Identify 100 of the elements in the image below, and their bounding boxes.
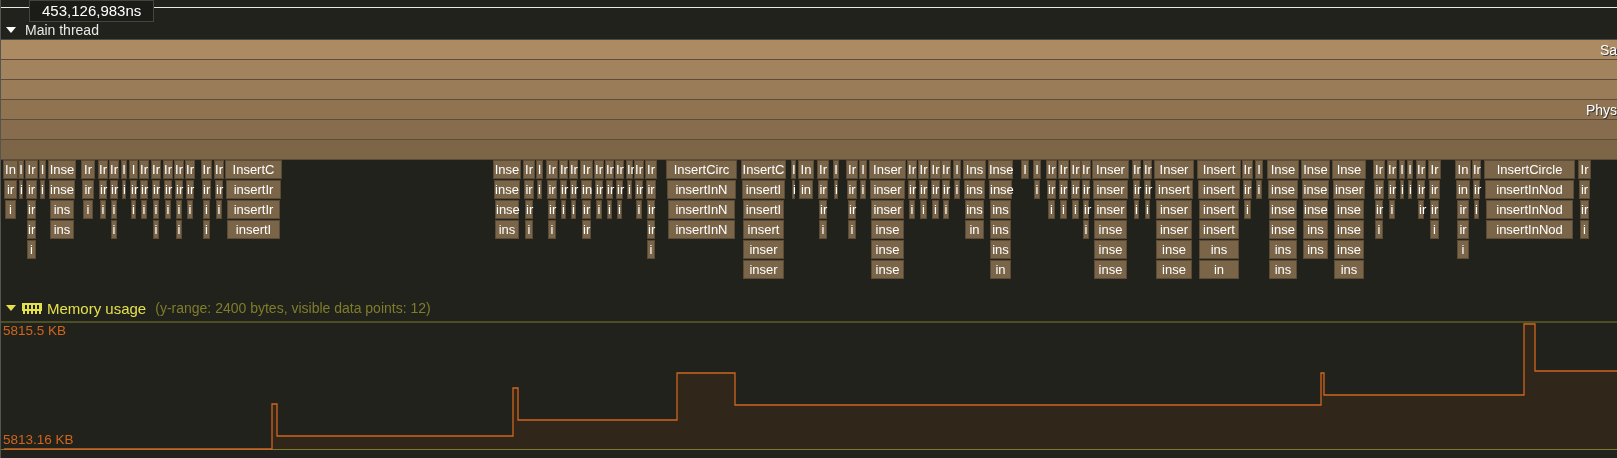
- zone-block[interactable]: inse: [1303, 200, 1328, 219]
- zone-block[interactable]: ir: [1071, 180, 1080, 199]
- zone-block[interactable]: i: [141, 200, 147, 219]
- zone-block[interactable]: inse: [871, 220, 904, 239]
- zone-block[interactable]: ir: [82, 180, 94, 199]
- zone-block[interactable]: ir: [1579, 180, 1590, 199]
- zone-block[interactable]: in: [581, 180, 592, 199]
- zone-block[interactable]: Ir: [846, 160, 858, 179]
- zone-block[interactable]: i: [1034, 180, 1040, 199]
- zone-block[interactable]: ir: [110, 180, 118, 199]
- zone-block[interactable]: ir: [931, 180, 940, 199]
- zone-block[interactable]: inse: [1156, 260, 1192, 279]
- zone-block[interactable]: ir: [908, 180, 916, 199]
- zone-block[interactable]: Ir: [1143, 160, 1152, 179]
- zone-block[interactable]: i: [1083, 220, 1089, 239]
- zone-block[interactable]: i: [203, 200, 210, 219]
- zone-block[interactable]: Insert: [1197, 160, 1241, 179]
- zone-block[interactable]: inser: [871, 200, 904, 219]
- zone-block[interactable]: insert: [1199, 220, 1239, 239]
- zone-block[interactable]: ir: [595, 180, 603, 199]
- zone-block[interactable]: ir: [942, 180, 950, 199]
- zone-block[interactable]: inse: [1094, 260, 1127, 279]
- zone-block[interactable]: ir: [647, 200, 655, 219]
- zone-block[interactable]: i: [1375, 220, 1383, 239]
- zone-block[interactable]: In: [1455, 160, 1471, 179]
- zone-block[interactable]: I: [129, 160, 138, 179]
- zone-block[interactable]: ir: [1375, 200, 1383, 219]
- zone-block[interactable]: ins: [1269, 260, 1297, 279]
- zone-block[interactable]: ir: [647, 220, 655, 239]
- zone-block[interactable]: InsertCircle: [1484, 160, 1575, 179]
- zone-block[interactable]: ins: [50, 200, 74, 219]
- zone-block[interactable]: i: [1256, 180, 1262, 199]
- zone-block[interactable]: Ir: [605, 160, 614, 179]
- zone-block[interactable]: Ir: [139, 160, 149, 179]
- zone-block[interactable]: Inse: [1301, 160, 1330, 179]
- zone-block[interactable]: i: [571, 200, 576, 219]
- zone-block[interactable]: inser: [870, 180, 905, 199]
- zone-block[interactable]: Inse: [1332, 160, 1366, 179]
- zone-block[interactable]: Ir: [1416, 160, 1426, 179]
- zone-block[interactable]: ir: [215, 180, 223, 199]
- zone-block[interactable]: ir: [175, 180, 183, 199]
- zone-block[interactable]: i: [596, 200, 602, 219]
- zone-block[interactable]: ir: [4, 180, 17, 199]
- zone-block[interactable]: Ir: [81, 160, 95, 179]
- zone-block[interactable]: i: [561, 200, 566, 219]
- zone-block[interactable]: i: [111, 200, 117, 219]
- zone-block[interactable]: In: [798, 160, 814, 179]
- zone-block[interactable]: ir: [1429, 180, 1440, 199]
- zone-block[interactable]: ir: [202, 180, 211, 199]
- zone-block[interactable]: ir: [1374, 180, 1384, 199]
- zone-block[interactable]: insertInN: [668, 220, 735, 239]
- zone-block[interactable]: insertInN: [668, 200, 735, 219]
- zone-block[interactable]: Inse: [493, 160, 521, 179]
- zone-block[interactable]: ins: [964, 180, 985, 199]
- zone-block[interactable]: i: [627, 180, 632, 199]
- zone-block[interactable]: i: [1430, 220, 1439, 239]
- zone-block[interactable]: ir: [152, 180, 160, 199]
- zone-block[interactable]: ir: [646, 180, 656, 199]
- zone-block[interactable]: inser: [1333, 180, 1365, 199]
- zone-block[interactable]: I: [791, 160, 796, 179]
- zone-block[interactable]: inser: [1156, 220, 1192, 239]
- zone-block[interactable]: ir: [26, 180, 37, 199]
- zone-block[interactable]: ins: [1303, 220, 1328, 239]
- zone-block[interactable]: InsertC: [225, 160, 282, 179]
- zone-block[interactable]: ir: [582, 220, 591, 239]
- zone-block[interactable]: i: [176, 200, 182, 219]
- zone-block[interactable]: Ir: [174, 160, 184, 179]
- zone-block[interactable]: i: [111, 220, 117, 239]
- zone-block[interactable]: inse: [1156, 240, 1192, 259]
- zone-block[interactable]: i: [920, 200, 927, 219]
- zone-block[interactable]: insert: [1155, 180, 1193, 199]
- zone-block[interactable]: ir: [1083, 200, 1089, 219]
- zone-block[interactable]: ir: [1473, 180, 1480, 199]
- zone-bar[interactable]: [1, 140, 1617, 160]
- zone-block[interactable]: i: [792, 180, 795, 199]
- zone-block[interactable]: i: [122, 180, 126, 199]
- zone-block[interactable]: ir: [1133, 180, 1140, 199]
- zone-block[interactable]: inse: [871, 260, 904, 279]
- zone-block[interactable]: insertI: [743, 200, 784, 219]
- zone-block[interactable]: i: [40, 180, 45, 199]
- zone-block[interactable]: i: [1580, 220, 1589, 239]
- zone-block[interactable]: ir: [560, 180, 567, 199]
- zone-block[interactable]: In: [3, 160, 18, 179]
- zone-block[interactable]: insertIr: [227, 200, 280, 219]
- zone-block[interactable]: Ir: [580, 160, 593, 179]
- zone-block[interactable]: Ir: [645, 160, 657, 179]
- zone-block[interactable]: I: [18, 160, 24, 179]
- zone-block[interactable]: Inser: [1092, 160, 1129, 179]
- zone-block[interactable]: i: [83, 200, 93, 219]
- zone-block[interactable]: i: [1474, 200, 1479, 219]
- zone-block[interactable]: inser: [1093, 180, 1128, 199]
- zone-block[interactable]: ins: [1199, 240, 1239, 259]
- zone-bar[interactable]: [1, 120, 1617, 140]
- collapse-arrow-icon[interactable]: [5, 303, 17, 313]
- zone-block[interactable]: Ir: [615, 160, 624, 179]
- zone-block[interactable]: i: [131, 200, 136, 219]
- zone-block[interactable]: Ir: [1472, 160, 1481, 179]
- zone-block[interactable]: in: [1199, 260, 1239, 279]
- zone-block[interactable]: ir: [1418, 200, 1424, 219]
- zone-block[interactable]: Ir: [109, 160, 119, 179]
